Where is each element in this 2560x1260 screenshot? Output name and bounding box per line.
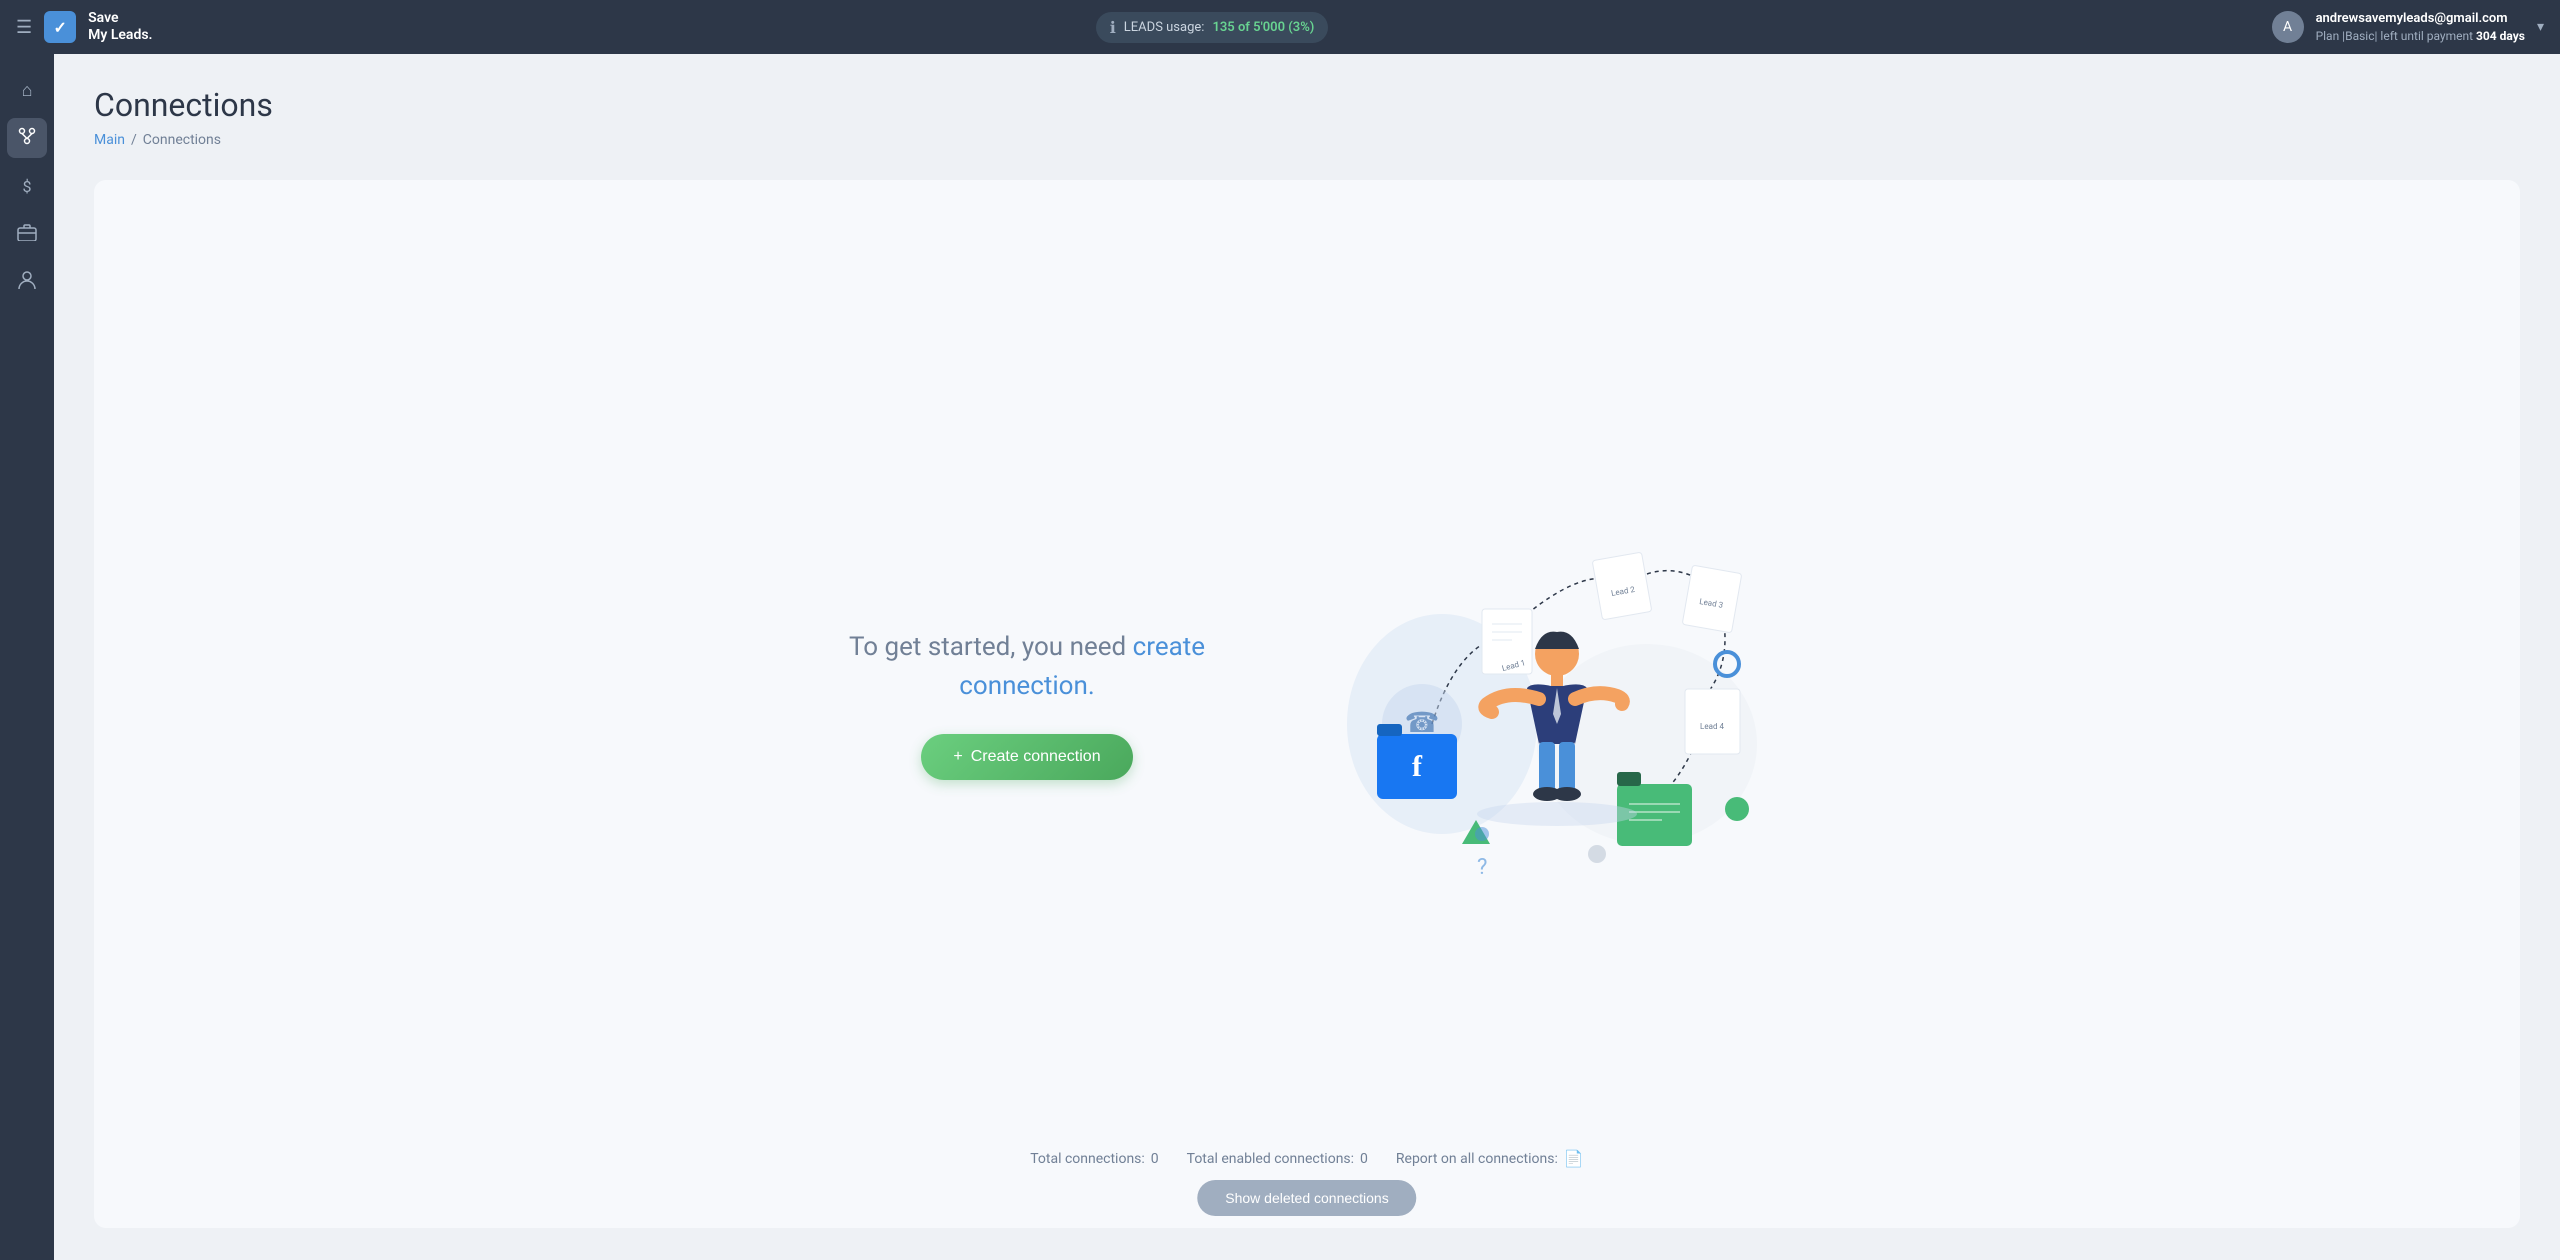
breadcrumb: Main / Connections [94,132,2520,148]
navbar-center: ℹ LEADS usage: 135 of 5'000 (3%) [1096,12,1329,43]
breadcrumb-main-link[interactable]: Main [94,132,125,148]
user-icon [18,270,36,295]
home-icon: ⌂ [22,80,33,101]
navbar-right: A andrewsavemyleads@gmail.com Plan |Basi… [2272,10,2544,45]
main-card: To get started, you need create connecti… [94,180,2520,1228]
svg-text:?: ? [1477,855,1487,880]
usage-label: LEADS usage: [1124,20,1205,35]
avatar: A [2272,11,2304,43]
breadcrumb-separator: / [131,132,137,148]
info-icon: ℹ [1110,18,1116,37]
logo-check-icon: ✓ [53,18,66,37]
svg-text:Lead 2: Lead 2 [1610,585,1636,598]
report-icon[interactable]: 📄 [1564,1149,1584,1168]
dollar-icon: $ [23,177,32,196]
user-plan: Plan |Basic| left until payment 304 days [2316,28,2525,45]
page-title: Connections [94,86,2520,124]
sidebar-item-home[interactable]: ⌂ [7,70,47,110]
sidebar-item-profile[interactable] [7,262,47,302]
show-deleted-container: Show deleted connections [1197,1164,1416,1216]
svg-text:Lead 3: Lead 3 [1699,597,1724,610]
show-deleted-button[interactable]: Show deleted connections [1197,1180,1416,1216]
report-label: Report on all connections: [1396,1151,1558,1167]
hamburger-icon[interactable]: ☰ [16,17,32,38]
logo-text: Save My Leads. [88,10,152,44]
connections-icon [17,126,37,151]
main-content: Connections Main / Connections To get st… [54,54,2560,1260]
navbar-left: ☰ ✓ Save My Leads. [16,10,153,44]
card-inner: To get started, you need create connecti… [757,514,1857,894]
sidebar-item-tasks[interactable] [7,214,47,254]
cta-prefix: To get started, you need [849,632,1126,662]
total-connections-label: Total connections: [1030,1151,1145,1167]
user-info: andrewsavemyleads@gmail.com Plan |Basic|… [2316,10,2525,45]
plus-icon: + [953,748,962,766]
user-email: andrewsavemyleads@gmail.com [2316,10,2525,28]
leads-usage-box: ℹ LEADS usage: 135 of 5'000 (3%) [1096,12,1329,43]
sidebar-item-billing[interactable]: $ [7,166,47,206]
cta-text: To get started, you need create connecti… [847,628,1207,706]
sidebar-item-connections[interactable] [7,118,47,158]
arc-svg: ☎ f Lead 1 Lead 2 [1287,514,1767,894]
svg-text:☎: ☎ [1405,706,1440,739]
cta-section: To get started, you need create connecti… [847,628,1207,780]
usage-value: 135 of 5'000 (3%) [1212,20,1314,35]
navbar: ☰ ✓ Save My Leads. ℹ LEADS usage: 135 of… [0,0,2560,54]
total-connections-value: 0 [1151,1151,1159,1167]
logo-line1: Save [88,10,152,27]
create-btn-label: Create connection [971,748,1101,766]
create-connection-button[interactable]: + Create connection [921,734,1132,780]
svg-text:Lead 1: Lead 1 [1501,658,1526,673]
illustration: ☎ f Lead 1 Lead 2 [1287,514,1767,894]
logo-box: ✓ [44,11,76,43]
breadcrumb-current: Connections [143,132,221,148]
svg-text:Lead 4: Lead 4 [1700,722,1724,731]
briefcase-icon [17,223,37,246]
svg-text:f: f [1412,750,1423,783]
sidebar: ⌂ $ [0,54,54,1260]
app-layout: ⌂ $ [0,54,2560,1260]
chevron-down-icon[interactable]: ▾ [2537,19,2544,35]
logo-line2: My Leads. [88,27,152,44]
